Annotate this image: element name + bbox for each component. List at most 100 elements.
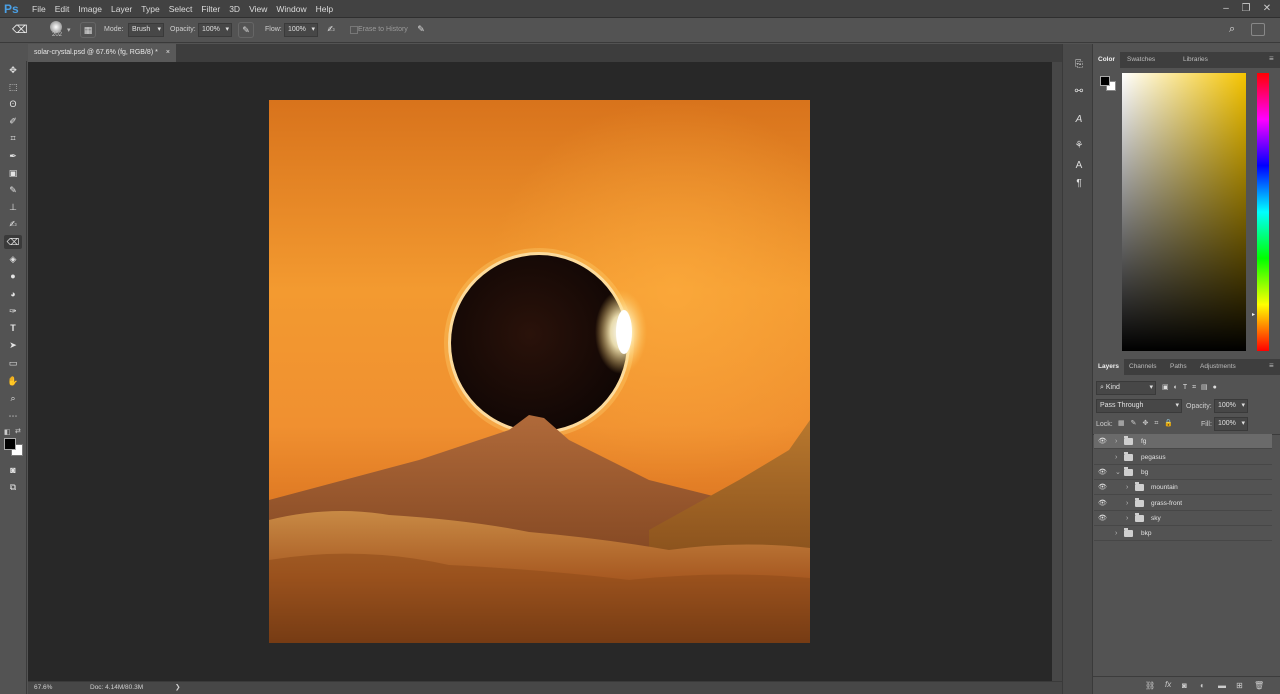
tab-color[interactable]: Color — [1093, 52, 1120, 68]
fx-icon[interactable]: fx — [1165, 680, 1171, 689]
mode-select[interactable]: Brush ▾ — [128, 23, 164, 37]
link-icon[interactable]: ⛓ — [1145, 681, 1155, 690]
paragraph-panel-icon[interactable]: ¶ — [1071, 176, 1087, 192]
type-tool-icon[interactable]: T — [4, 321, 22, 335]
erase-history-checkbox[interactable] — [350, 26, 358, 34]
menu-file[interactable]: File — [32, 4, 46, 14]
new-layer-icon[interactable]: ⊞ — [1236, 681, 1243, 690]
visibility-eye-icon[interactable]: 👁 — [1098, 465, 1108, 480]
default-colors-icon[interactable]: ◧ — [4, 428, 11, 436]
adjustment-icon[interactable]: ◐ — [1200, 681, 1205, 690]
minimize-button[interactable]: – — [1218, 2, 1234, 15]
panel-menu-icon[interactable]: ≡ — [1269, 361, 1274, 370]
layer-filter-select[interactable]: ⌕ Kind ▾ — [1096, 381, 1156, 395]
panel-menu-icon[interactable]: ≡ — [1269, 54, 1274, 63]
visibility-eye-icon[interactable]: 👁 — [1098, 480, 1108, 495]
eraser-tool-icon[interactable]: ⌫ — [12, 23, 28, 36]
group-icon[interactable]: ▬ — [1218, 681, 1226, 690]
dodge-tool-icon[interactable]: ◕ — [4, 287, 22, 301]
airbrush-icon[interactable]: ✍ — [323, 22, 339, 38]
pressure-opacity-icon[interactable]: ✎ — [238, 22, 254, 38]
eraser-tool-icon[interactable]: ⌫ — [4, 235, 22, 249]
chevron-right-icon[interactable]: › — [1126, 480, 1128, 495]
healing-tool-icon[interactable]: ▣ — [4, 166, 22, 180]
lock-icons[interactable]: ▦✎✥⌗🔒 — [1118, 419, 1179, 428]
fill-input[interactable]: 100% ▾ — [1214, 417, 1248, 431]
layer-filter-icons[interactable]: ▣◐T⌗▤● — [1162, 383, 1222, 392]
character-panel-icon[interactable]: A — [1071, 112, 1087, 128]
hand-tool-icon[interactable]: ✋ — [4, 374, 22, 388]
close-tab-icon[interactable]: × — [166, 44, 170, 62]
layer-opacity-input[interactable]: 100% ▾ — [1214, 399, 1248, 413]
menu-view[interactable]: View — [249, 4, 267, 14]
path-select-tool-icon[interactable]: ➤ — [4, 338, 22, 352]
tool-presets-icon[interactable]: ⚘ — [1071, 138, 1087, 154]
menu-edit[interactable]: Edit — [55, 4, 70, 14]
history-panel-icon[interactable]: ⎘ — [1071, 57, 1087, 73]
menu-layer[interactable]: Layer — [111, 4, 132, 14]
hue-slider-handle-icon[interactable]: ▸ — [1252, 311, 1255, 318]
opacity-input[interactable]: 100% ▾ — [198, 23, 232, 37]
restore-button[interactable]: ❐ — [1238, 2, 1254, 15]
move-tool-icon[interactable]: ✥ — [4, 63, 22, 77]
visibility-eye-icon[interactable]: 👁 — [1098, 434, 1108, 449]
layer-row-bg[interactable]: 👁 ⌄ bg — [1094, 465, 1272, 480]
menu-3d[interactable]: 3D — [229, 4, 240, 14]
screen-mode-icon[interactable]: ⧉ — [4, 480, 22, 494]
swap-colors-icon[interactable]: ⇄ — [15, 427, 21, 435]
tab-swatches[interactable]: Swatches — [1122, 52, 1160, 68]
menu-type[interactable]: Type — [141, 4, 159, 14]
chevron-right-icon[interactable]: › — [1115, 526, 1117, 541]
layer-row-sky[interactable]: 👁 › sky — [1094, 511, 1272, 526]
layer-row-fg[interactable]: 👁 › fg — [1094, 434, 1272, 449]
blend-mode-select[interactable]: Pass Through ▾ — [1096, 399, 1182, 413]
menu-select[interactable]: Select — [169, 4, 193, 14]
layer-row-pegasus[interactable]: › pegasus — [1094, 450, 1272, 465]
status-menu-arrow-icon[interactable]: ❯ — [175, 682, 180, 694]
pen-tool-icon[interactable]: ✑ — [4, 304, 22, 318]
chevron-down-icon[interactable]: ⌄ — [1115, 465, 1121, 480]
crop-tool-icon[interactable]: ⌗ — [4, 131, 22, 145]
mask-icon[interactable]: ◙ — [1182, 681, 1187, 690]
search-icon[interactable]: ⌕ — [1229, 23, 1235, 36]
foreground-color-swatch[interactable] — [1100, 76, 1110, 86]
character-styles-icon[interactable]: A — [1071, 158, 1087, 174]
history-brush-tool-icon[interactable]: ✍ — [4, 217, 22, 231]
eyedropper-tool-icon[interactable]: ✒ — [4, 149, 22, 163]
chevron-right-icon[interactable]: › — [1115, 450, 1117, 465]
more-tools-icon[interactable]: ⋯ — [4, 409, 22, 423]
layer-row-bkp[interactable]: › bkp — [1094, 526, 1272, 541]
layer-row-mountain[interactable]: 👁 › mountain — [1094, 480, 1272, 495]
layer-row-grass-front[interactable]: 👁 › grass-front — [1094, 496, 1272, 511]
menu-image[interactable]: Image — [78, 4, 102, 14]
zoom-tool-icon[interactable]: ⌕ — [4, 391, 22, 405]
visibility-eye-icon[interactable]: 👁 — [1098, 511, 1108, 526]
color-field[interactable] — [1122, 73, 1246, 351]
lasso-tool-icon[interactable]: ʘ — [4, 97, 22, 111]
quick-mask-icon[interactable]: ◙ — [4, 463, 22, 477]
document-tab[interactable]: solar-crystal.psd @ 67.6% (fg, RGB/8) * … — [28, 44, 176, 62]
zoom-level[interactable]: 67.6% — [34, 682, 52, 694]
tab-layers[interactable]: Layers — [1093, 359, 1124, 375]
menu-filter[interactable]: Filter — [201, 4, 220, 14]
flow-input[interactable]: 100% ▾ — [284, 23, 318, 37]
visibility-eye-icon[interactable]: 👁 — [1098, 496, 1108, 511]
brush-presets-icon[interactable]: ⚯ — [1071, 84, 1087, 100]
document-canvas[interactable] — [269, 100, 810, 643]
chevron-right-icon[interactable]: › — [1115, 434, 1117, 449]
blur-tool-icon[interactable]: ● — [4, 269, 22, 283]
pressure-size-icon[interactable]: ✎ — [413, 22, 429, 38]
tab-channels[interactable]: Channels — [1124, 359, 1161, 375]
brush-settings-icon[interactable]: ▦ — [80, 22, 96, 38]
stamp-tool-icon[interactable]: ⊥ — [4, 200, 22, 214]
workspace-icon[interactable] — [1251, 23, 1265, 36]
quick-select-tool-icon[interactable]: ✐ — [4, 114, 22, 128]
chevron-right-icon[interactable]: › — [1126, 496, 1128, 511]
close-window-button[interactable]: ✕ — [1259, 2, 1275, 15]
menu-help[interactable]: Help — [316, 4, 333, 14]
brush-tool-icon[interactable]: ✎ — [4, 183, 22, 197]
tab-adjustments[interactable]: Adjustments — [1195, 359, 1241, 375]
trash-icon[interactable]: 🗑 — [1254, 681, 1264, 690]
paint-bucket-tool-icon[interactable]: ◈ — [4, 252, 22, 266]
workspace-scrollbar[interactable] — [1052, 62, 1062, 681]
